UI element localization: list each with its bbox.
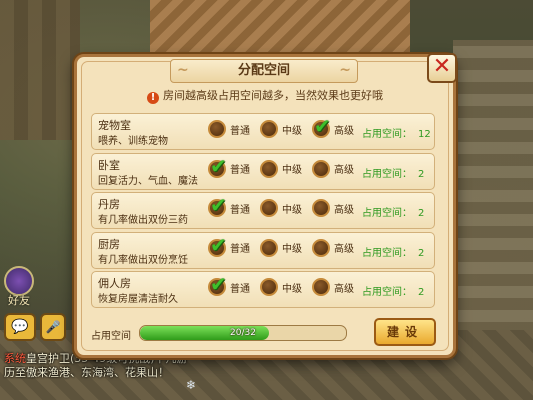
room-option-label: 中级	[282, 165, 302, 176]
microphone-icon[interactable]: 🎤	[40, 313, 66, 341]
room-option-label: 普通	[230, 283, 250, 295]
room-option-label: 高级	[334, 125, 354, 137]
room-description: 回复活力、气血、魔法	[98, 175, 198, 187]
room-name: 卧室	[98, 158, 120, 172]
room-row: 佣人房恢复房屋清洁耐久 普通 中级 高级占用空间： 2	[91, 271, 435, 308]
background-tower	[453, 40, 533, 370]
room-space: 占用空间： 2	[362, 165, 424, 180]
room-option-label: 普通	[230, 165, 250, 176]
radio-unchecked-icon[interactable]	[312, 238, 330, 257]
room-option-basic[interactable]: 普通	[208, 233, 250, 257]
room-space-value: 2	[418, 247, 425, 259]
room-option-advanced[interactable]: 高级	[312, 278, 354, 296]
room-option-basic[interactable]: 普通	[208, 193, 250, 217]
room-option-basic[interactable]: 普通	[208, 120, 250, 138]
usage-progress-text: 20/32	[230, 328, 256, 338]
chat-text-2: 历至傲来渔港、东海湾、花果山！	[4, 366, 169, 379]
room-name: 宠物室	[98, 119, 131, 132]
room-space-value: 12	[418, 129, 431, 140]
room-option-advanced[interactable]: 高级	[312, 238, 354, 257]
room-description: 有几率做出双份烹饪	[98, 254, 188, 266]
radio-unchecked-icon[interactable]	[260, 199, 278, 217]
room-space-label: 占用空间：	[362, 168, 412, 180]
radio-checked-icon[interactable]	[208, 272, 227, 296]
room-option-advanced[interactable]: 高级	[312, 159, 354, 178]
room-row: 宠物室喂养、训练宠物 普通 中级 高级占用空间： 12	[91, 113, 435, 150]
room-row: 卧室回复活力、气血、魔法 普通 中级 高级占用空间： 2	[91, 152, 435, 190]
room-space-value: 2	[418, 168, 425, 180]
room-space-label: 占用空间：	[362, 129, 412, 140]
room-option-mid[interactable]: 中级	[260, 278, 302, 296]
room-description: 喂养、训练宠物	[98, 136, 168, 147]
usage-label: 占用空间	[91, 331, 131, 342]
room-name: 厨房	[98, 237, 120, 251]
room-description: 有几率做出双份三药	[98, 215, 188, 226]
room-space-label: 占用空间：	[362, 287, 412, 298]
room-option-advanced[interactable]: 高级	[312, 114, 354, 138]
radio-unchecked-icon[interactable]	[260, 120, 278, 138]
radio-unchecked-icon[interactable]	[312, 278, 330, 296]
room-option-label: 中级	[282, 204, 302, 216]
radio-checked-icon[interactable]	[208, 233, 227, 257]
allocate-space-dialog: 分配空间 ✕ !房间越高级占用空间越多，当然效果也更好哦 宠物室喂养、训练宠物普…	[74, 53, 457, 358]
room-option-mid[interactable]: 中级	[260, 120, 302, 138]
chat-bubble-icon[interactable]: 💬	[4, 313, 36, 341]
room-space-value: 2	[418, 287, 425, 298]
room-option-basic[interactable]: 普通	[208, 272, 250, 296]
room-space: 占用空间： 2	[362, 204, 424, 219]
build-button[interactable]: 建设	[374, 318, 436, 346]
room-space-label: 占用空间：	[362, 208, 412, 219]
dialog-title: 分配空间	[170, 59, 358, 83]
room-list: 宠物室喂养、训练宠物普通中级高级占用空间：12卧室回复活力、气血、魔法普通中级高…	[91, 113, 435, 311]
radio-unchecked-icon[interactable]	[312, 199, 330, 217]
friend-label[interactable]: 好友	[8, 292, 30, 308]
room-option-basic[interactable]: 普通	[208, 154, 250, 178]
radio-checked-icon[interactable]	[312, 114, 331, 138]
warning-icon: !	[147, 92, 159, 104]
room-name: 丹房	[98, 198, 120, 211]
dialog-notice: ! 房间越高级占用空间越多，当然效果也更好哦	[77, 87, 453, 104]
notice-text: 房间越高级占用空间越多，当然效果也更好哦	[163, 89, 383, 102]
radio-checked-icon[interactable]	[208, 154, 227, 178]
usage-progress-bar: 20/32	[139, 325, 347, 341]
room-space: 占用空间： 2	[362, 283, 424, 298]
radio-unchecked-icon[interactable]	[260, 278, 278, 296]
room-row: 丹房有几率做出双份三药 普通 中级 高级占用空间： 2	[91, 192, 435, 229]
room-name: 佣人房	[98, 277, 131, 290]
radio-checked-icon[interactable]	[208, 193, 227, 217]
room-option-mid[interactable]: 中级	[260, 159, 302, 178]
close-icon[interactable]: ✕	[427, 53, 457, 83]
room-row: 厨房有几率做出双份烹饪 普通 中级 高级占用空间： 2	[91, 231, 435, 269]
room-option-label: 普通	[230, 125, 250, 137]
room-option-mid[interactable]: 中级	[260, 238, 302, 257]
room-space: 占用空间： 2	[362, 244, 424, 259]
chat-line-2: 历至傲来渔港、东海湾、花果山！	[4, 364, 169, 380]
background-wall	[0, 0, 80, 140]
room-option-label: 高级	[334, 244, 354, 255]
snowflake-icon: ❄	[186, 378, 197, 392]
room-description: 恢复房屋清洁耐久	[98, 294, 178, 305]
room-option-label: 普通	[230, 244, 250, 255]
room-option-label: 中级	[282, 125, 302, 137]
room-space-label: 占用空间：	[362, 247, 412, 259]
room-option-mid[interactable]: 中级	[260, 199, 302, 217]
room-option-label: 高级	[334, 204, 354, 216]
room-option-label: 普通	[230, 204, 250, 216]
room-space-value: 2	[418, 208, 425, 219]
radio-unchecked-icon[interactable]	[260, 159, 278, 178]
radio-unchecked-icon[interactable]	[312, 159, 330, 178]
radio-unchecked-icon[interactable]	[260, 238, 278, 257]
room-option-label: 高级	[334, 283, 354, 295]
radio-unchecked-icon[interactable]	[208, 120, 226, 138]
room-option-label: 高级	[334, 165, 354, 176]
background-roof	[150, 0, 410, 60]
room-option-label: 中级	[282, 244, 302, 255]
room-space: 占用空间： 12	[362, 125, 431, 140]
room-option-advanced[interactable]: 高级	[312, 199, 354, 217]
room-option-label: 中级	[282, 283, 302, 295]
